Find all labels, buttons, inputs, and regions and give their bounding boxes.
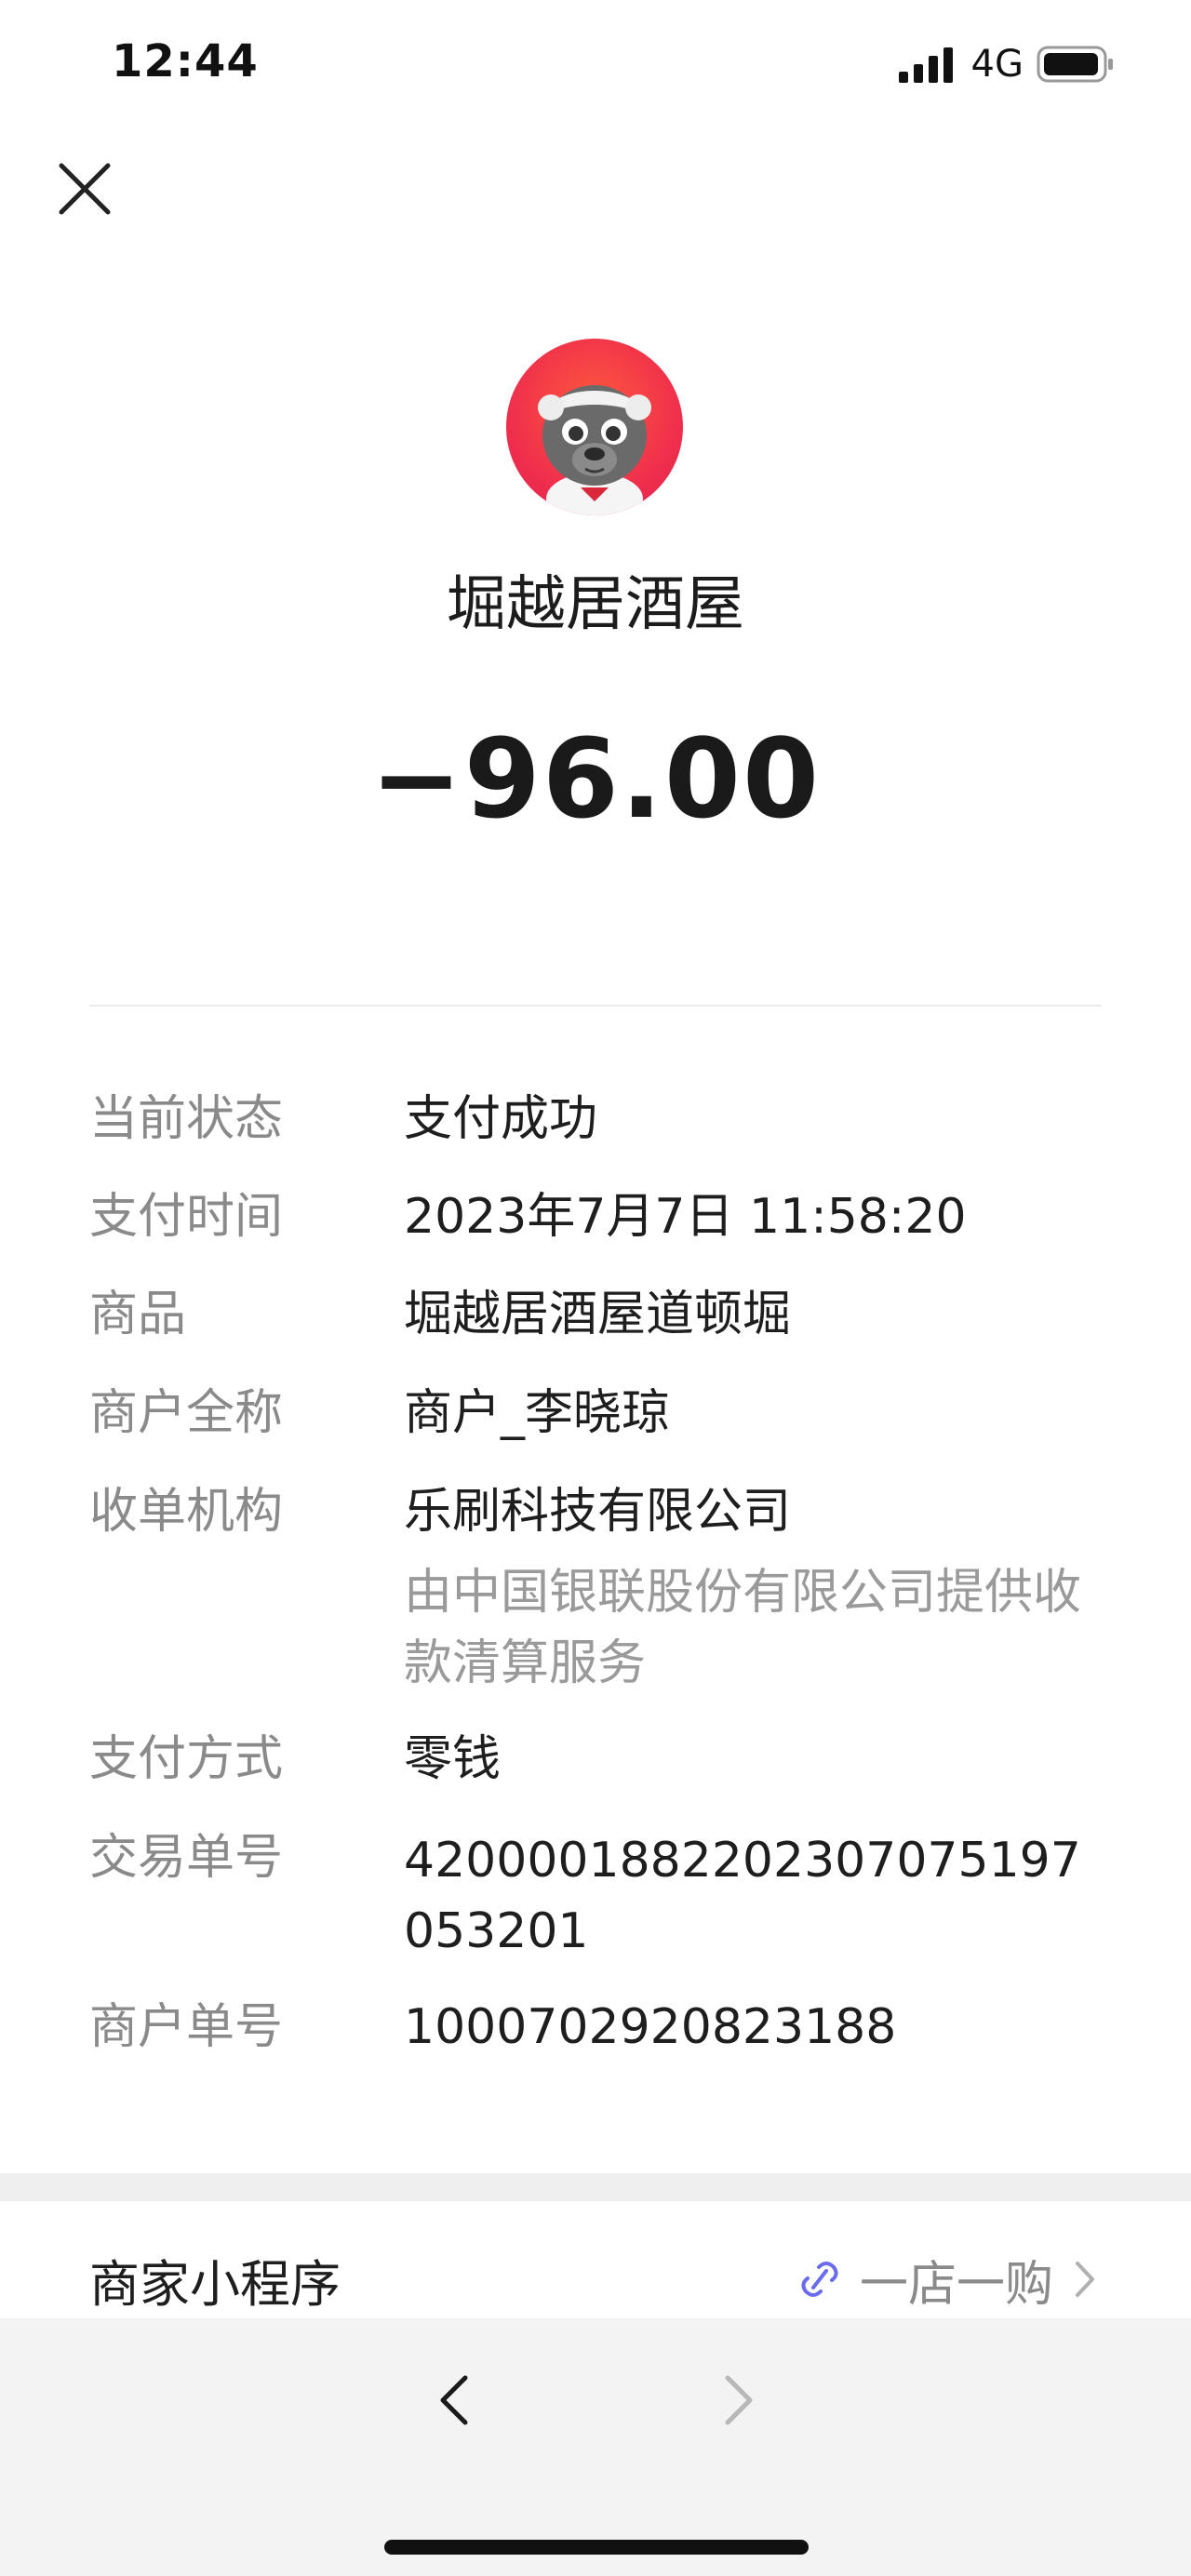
detail-label: 支付时间 bbox=[89, 1189, 284, 1245]
detail-row-product: 商品 堀越居酒屋道顿堀 bbox=[89, 1282, 1113, 1347]
detail-label: 商品 bbox=[89, 1287, 187, 1342]
close-icon bbox=[59, 163, 111, 215]
section-separator bbox=[0, 2173, 1191, 2201]
mini-program-link[interactable]: 一店一购 bbox=[796, 2245, 1102, 2315]
status-indicators: 4G bbox=[898, 43, 1115, 86]
honey-badger-avatar-icon bbox=[538, 385, 651, 515]
close-button[interactable] bbox=[54, 158, 115, 220]
link-icon bbox=[801, 2262, 838, 2297]
detail-value: 乐刷科技有限公司 bbox=[404, 1484, 792, 1540]
forward-button[interactable] bbox=[707, 2370, 767, 2430]
payment-amount: −96.00 bbox=[369, 714, 822, 843]
detail-label: 当前状态 bbox=[89, 1091, 284, 1147]
signal-icon bbox=[898, 47, 953, 83]
merchant-avatar bbox=[506, 339, 683, 515]
mini-program-row[interactable]: 商家小程序 一店一购 bbox=[89, 2242, 1102, 2316]
detail-row-transaction-id: 交易单号 4200001882202307075197053201 bbox=[89, 1825, 1113, 1967]
home-indicator[interactable] bbox=[384, 2540, 809, 2555]
detail-note: 由中国银联股份有限公司提供收款清算服务 bbox=[404, 1565, 1082, 1691]
divider bbox=[89, 1005, 1102, 1007]
detail-value-group: 乐刷科技有限公司 由中国银联股份有限公司提供收款清算服务 bbox=[404, 1479, 1092, 1699]
chevron-right-icon bbox=[1076, 2262, 1094, 2297]
detail-row-time: 支付时间 2023年7月7日 11:58:20 bbox=[89, 1184, 1113, 1249]
detail-label: 收单机构 bbox=[89, 1484, 284, 1540]
detail-label: 商户全称 bbox=[89, 1385, 284, 1441]
mini-program-label: 商家小程序 bbox=[89, 2254, 341, 2314]
detail-value: 2023年7月7日 11:58:20 bbox=[404, 1189, 967, 1245]
chevron-left-icon bbox=[440, 2375, 468, 2425]
detail-row-acquirer: 收单机构 乐刷科技有限公司 由中国银联股份有限公司提供收款清算服务 bbox=[89, 1479, 1113, 1699]
detail-label: 商户单号 bbox=[89, 1999, 284, 2055]
bottom-navigation-bar bbox=[0, 2318, 1191, 2576]
merchant-name: 堀越居酒屋 bbox=[447, 570, 744, 639]
detail-label: 交易单号 bbox=[89, 1830, 284, 1886]
detail-value: 堀越居酒屋道顿堀 bbox=[404, 1287, 792, 1342]
mini-program-value: 一店一购 bbox=[859, 2256, 1053, 2313]
back-button[interactable] bbox=[426, 2370, 486, 2430]
status-time: 12:44 bbox=[112, 35, 259, 87]
detail-row-merchant-fullname: 商户全称 商户_李晓琼 bbox=[89, 1381, 1113, 1446]
detail-label: 支付方式 bbox=[89, 1731, 284, 1787]
battery-icon bbox=[1037, 46, 1113, 83]
detail-value: 4200001882202307075197053201 bbox=[404, 1833, 1081, 1959]
detail-row-merchant-order-id: 商户单号 1000702920823188 bbox=[89, 1995, 1113, 2060]
detail-value: 支付成功 bbox=[404, 1091, 598, 1147]
detail-row-status: 当前状态 支付成功 bbox=[89, 1087, 1113, 1152]
detail-row-payment-method: 支付方式 零钱 bbox=[89, 1727, 1113, 1792]
chevron-right-icon bbox=[725, 2375, 753, 2425]
detail-value: 1000702920823188 bbox=[404, 1999, 897, 2055]
detail-value: 零钱 bbox=[404, 1731, 502, 1787]
detail-value: 商户_李晓琼 bbox=[404, 1385, 671, 1441]
network-label: 4G bbox=[970, 43, 1024, 86]
